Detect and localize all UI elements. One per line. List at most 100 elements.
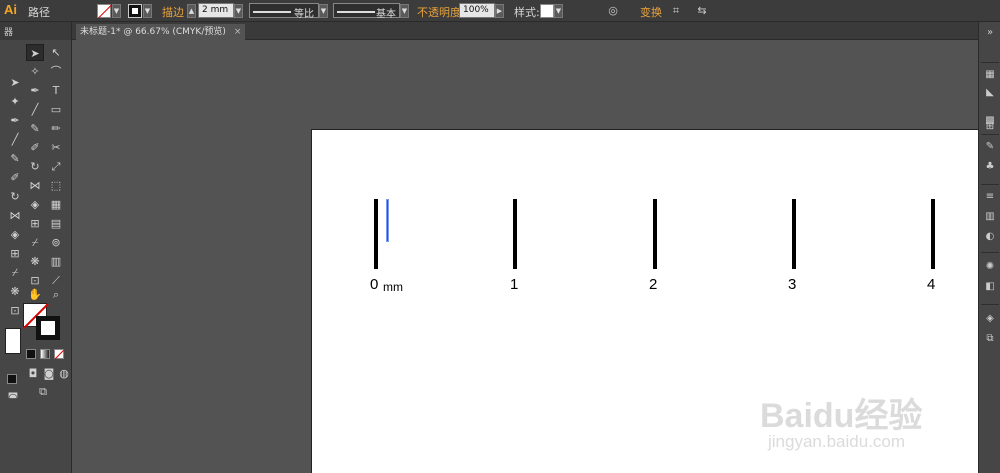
left-col-tool-1-icon[interactable]: ➤ [6,74,24,91]
pencil-tool-icon[interactable]: ✏ [47,120,65,137]
stroke-weight-field[interactable]: 2 mm [198,3,234,18]
left-col-tool-4-icon[interactable]: ╱ [6,131,24,148]
brush-dropdown-arrow[interactable]: ▼ [400,4,409,18]
mesh-tool-icon[interactable]: ⊞ [26,215,44,232]
control-bar: Ai 路径 ▼ ▼ 描边 ▲ 2 mm ▼ 等比 ▼ 基本 ▼ 不透明度 100… [0,0,1000,22]
brush-definition[interactable]: 基本 [333,3,400,20]
none-mode-icon[interactable] [54,349,65,360]
selection-type-label: 路径 [28,6,50,19]
appearance-panel-icon[interactable]: ✺ [983,260,997,274]
left-col-tool-5-icon[interactable]: ✎ [6,150,24,167]
blob-brush-tool-icon[interactable]: ✐ [26,139,44,156]
fill-dropdown-arrow[interactable]: ▼ [112,4,121,18]
rotate-tool-icon[interactable]: ↻ [26,158,44,175]
scale-tool-icon[interactable]: ⤢ [47,158,65,175]
ruler-tick-0[interactable] [374,199,378,269]
color-panel-icon[interactable]: ▦ [983,68,997,82]
ruler-tick-1[interactable] [513,199,517,269]
tick-label-0: 0 [370,276,379,293]
close-icon[interactable]: × [234,27,242,37]
recolor-artwork-icon[interactable]: ◎ [605,3,621,19]
fill-indicator[interactable] [5,328,21,354]
selected-path[interactable] [386,199,389,242]
color-mode-icon[interactable] [26,349,36,359]
left-col-tool-3-icon[interactable]: ✒ [6,112,24,129]
color-guide-icon[interactable]: ◣ [983,86,997,100]
graphic-style-dropdown[interactable]: ▼ [554,4,563,18]
left-col-tool-10-icon[interactable]: ⊞ [6,245,24,262]
left-col-tool-12-icon[interactable]: ❋ [6,283,24,300]
graphic-style-swatch[interactable] [540,4,554,18]
opacity-link[interactable]: 不透明度 [417,4,461,20]
illustrator-window: Ai 路径 ▼ ▼ 描边 ▲ 2 mm ▼ 等比 ▼ 基本 ▼ 不透明度 100… [0,0,1000,473]
stroke-weight-dropdown[interactable]: ▼ [234,4,243,18]
left-col-tool-11-icon[interactable]: ⌿ [6,264,24,281]
profile-dropdown-arrow[interactable]: ▼ [319,4,328,18]
app-logo: Ai [4,2,17,17]
scissors-tool-icon[interactable]: ✂ [47,139,65,156]
isolate-icon[interactable]: ⌗ [668,3,684,19]
collapse-icon[interactable]: » [983,26,997,40]
tick-label-3: 3 [788,276,797,293]
ruler-tick-4[interactable] [931,199,935,269]
stroke-swatch-large[interactable] [36,316,60,340]
swatch-libraries-icon[interactable]: ⊞ [983,120,997,134]
rectangle-tool-icon[interactable]: ▭ [47,101,65,118]
ruler-tick-2[interactable] [653,199,657,269]
draw-inside-icon[interactable]: ◍ [55,365,73,382]
align-options-icon[interactable]: ⇆ [694,3,710,19]
left-col-tool-7-icon[interactable]: ↻ [6,188,24,205]
zoom-tool-icon[interactable]: ⌕ [47,286,65,303]
magic-wand-tool-icon[interactable]: ✧ [26,63,44,80]
symbol-sprayer-tool-icon[interactable]: ❋ [26,253,44,270]
width-tool-icon[interactable]: ⋈ [26,177,44,194]
document-tab-bar: 未标题-1* @ 66.67% (CMYK/预览) × [72,22,978,40]
artboards-panel-icon[interactable]: ⧉ [983,332,997,346]
perspective-grid-tool-icon[interactable]: ▦ [47,196,65,213]
shape-builder-tool-icon[interactable]: ◈ [26,196,44,213]
paintbrush-tool-icon[interactable]: ✎ [26,120,44,137]
lasso-tool-icon[interactable]: ⌒ [47,63,65,80]
hand-tool-icon[interactable]: ✋ [26,286,44,303]
gradient-tool-icon[interactable]: ▤ [47,215,65,232]
column-graph-tool-icon[interactable]: ▥ [47,253,65,270]
symbols-panel-icon[interactable]: ♣ [983,160,997,174]
watermark-logo: Baidu经验 [760,397,923,435]
transparency-panel-icon[interactable]: ◐ [983,230,997,244]
line-segment-tool-icon[interactable]: ╱ [26,101,44,118]
document-tab[interactable]: 未标题-1* @ 66.67% (CMYK/预览) × [76,24,246,40]
ruler-tick-3[interactable] [792,199,796,269]
brushes-panel-icon[interactable]: ✎ [983,140,997,154]
stroke-panel-icon[interactable]: ≡ [983,190,997,204]
left-col-tool-2-icon[interactable]: ✦ [6,93,24,110]
free-transform-tool-icon[interactable]: ⬚ [47,177,65,194]
opacity-dropdown[interactable]: ▶ [495,4,504,18]
left-col-tool-9-icon[interactable]: ◈ [6,226,24,243]
gradient-panel-icon[interactable]: ▥ [983,210,997,224]
variable-width-profile[interactable]: 等比 [249,3,319,20]
eyedropper-tool-icon[interactable]: ⌿ [26,234,44,251]
stroke-panel-link[interactable]: 描边 [162,4,184,20]
blend-tool-icon[interactable]: ⊚ [47,234,65,251]
stroke-weight-stepper[interactable]: ▲ [187,4,196,18]
style-label: 样式: [514,6,540,19]
pen-tool-icon[interactable]: ✒ [26,82,44,99]
default-colors-icon[interactable] [7,374,17,384]
opacity-field[interactable]: 100% [459,3,495,18]
left-col-tool-6-icon[interactable]: ✐ [6,169,24,186]
gradient-mode-icon[interactable] [40,349,50,359]
tick-label-2: 2 [649,276,658,293]
screen-mode-icon[interactable]: ⧉ [34,383,52,400]
layers-panel-icon[interactable]: ◈ [983,312,997,326]
left-col-tool-8-icon[interactable]: ⋈ [6,207,24,224]
direct-selection-tool-icon[interactable]: ↖ [47,44,65,61]
transform-link[interactable]: 变换 [640,4,662,20]
selection-tool-icon[interactable]: ➤ [26,44,44,61]
screen-mode-small-icon[interactable]: ◚ [4,389,22,406]
stroke-color-swatch[interactable] [128,4,142,18]
type-tool-icon[interactable]: T [47,82,65,99]
fill-color-swatch[interactable] [97,4,112,19]
left-col-tool-13-icon[interactable]: ⊡ [6,302,24,319]
graphic-styles-icon[interactable]: ◧ [983,280,997,294]
stroke-dropdown-arrow[interactable]: ▼ [143,4,152,18]
